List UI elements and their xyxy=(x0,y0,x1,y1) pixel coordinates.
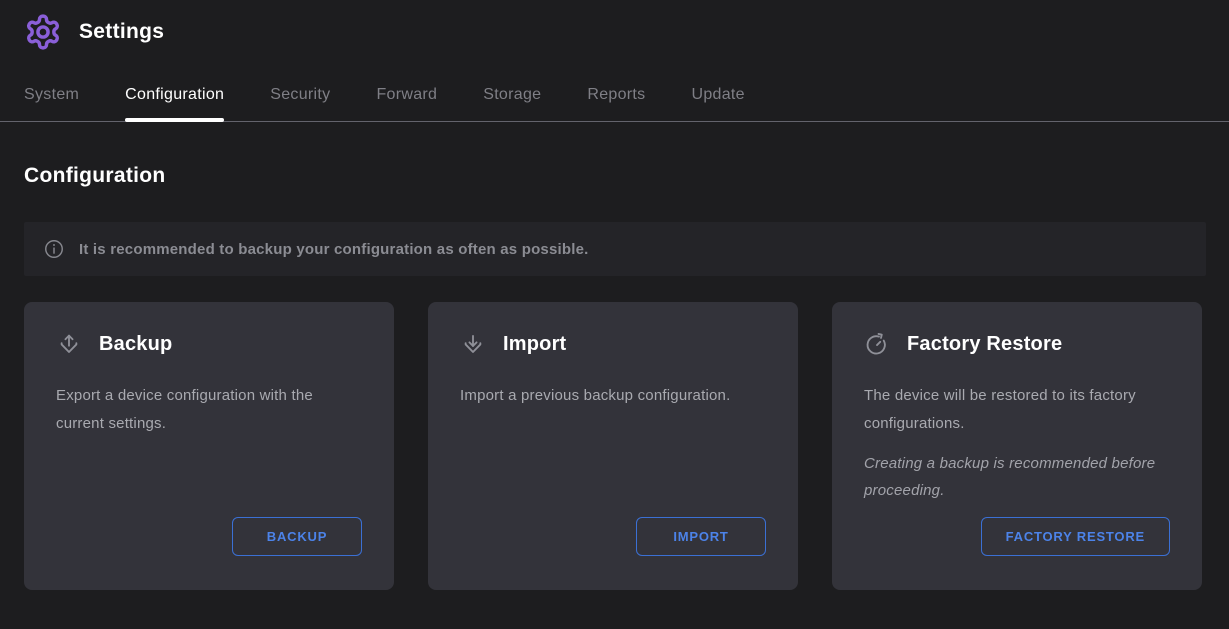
backup-card: Backup Export a device configuration wit… xyxy=(24,302,394,590)
tab-forward[interactable]: Forward xyxy=(376,86,437,121)
backup-button[interactable]: BACKUP xyxy=(232,517,362,556)
tab-configuration[interactable]: Configuration xyxy=(125,86,224,121)
action-cards: Backup Export a device configuration wit… xyxy=(24,302,1202,590)
factory-restore-card: Factory Restore The device will be resto… xyxy=(832,302,1202,590)
import-card-title: Import xyxy=(503,333,566,356)
tab-security[interactable]: Security xyxy=(270,86,330,121)
import-card: Import Import a previous backup configur… xyxy=(428,302,798,590)
download-icon xyxy=(460,331,486,357)
tab-reports[interactable]: Reports xyxy=(587,86,645,121)
gear-icon xyxy=(24,13,62,51)
tab-update[interactable]: Update xyxy=(691,86,744,121)
restore-icon xyxy=(864,331,890,357)
import-card-header: Import xyxy=(460,331,766,357)
backup-card-description: Export a device configuration with the c… xyxy=(56,382,362,438)
upload-icon xyxy=(56,331,82,357)
tab-storage[interactable]: Storage xyxy=(483,86,541,121)
info-banner: It is recommended to backup your configu… xyxy=(24,222,1206,276)
info-icon xyxy=(43,238,65,260)
page-title: Configuration xyxy=(24,164,1205,188)
tab-system[interactable]: System xyxy=(24,86,79,121)
backup-card-header: Backup xyxy=(56,331,362,357)
factory-restore-card-title: Factory Restore xyxy=(907,333,1062,356)
factory-restore-card-header: Factory Restore xyxy=(864,331,1170,357)
backup-card-title: Backup xyxy=(99,333,172,356)
factory-restore-card-description: The device will be restored to its facto… xyxy=(864,382,1170,438)
factory-restore-button[interactable]: FACTORY RESTORE xyxy=(981,517,1170,556)
app-title: Settings xyxy=(79,20,164,44)
info-banner-text: It is recommended to backup your configu… xyxy=(79,241,589,258)
app-header: Settings xyxy=(0,0,1229,60)
import-button[interactable]: IMPORT xyxy=(636,517,766,556)
settings-tabbar: System Configuration Security Forward St… xyxy=(0,86,1229,122)
factory-restore-card-note: Creating a backup is recommended before … xyxy=(864,450,1170,506)
import-card-description: Import a previous backup configuration. xyxy=(460,382,766,410)
